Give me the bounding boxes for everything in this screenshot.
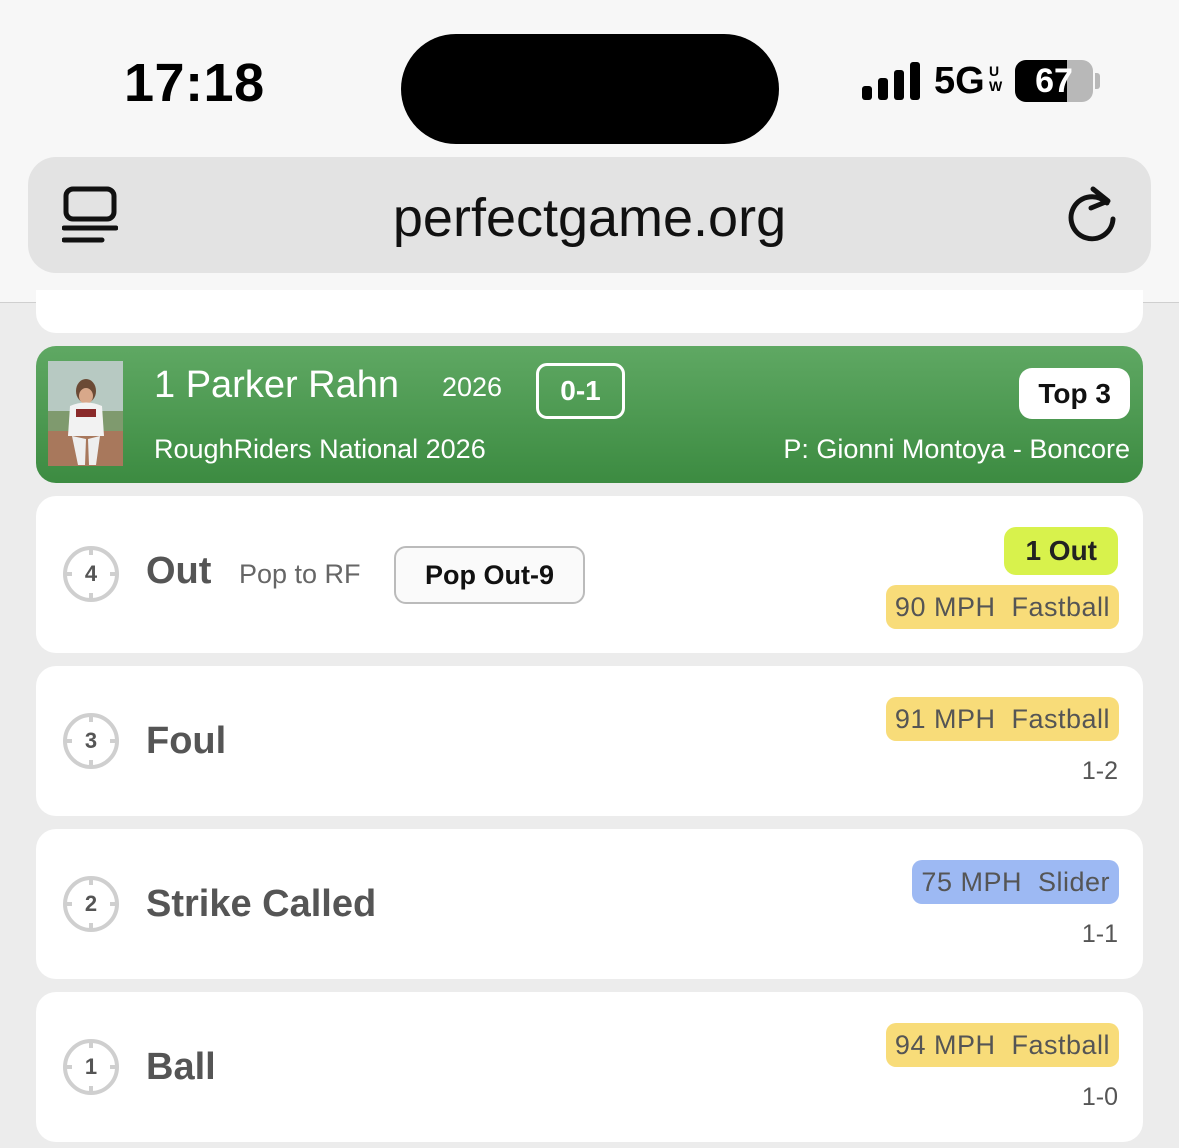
network-subtype-text: UW bbox=[989, 63, 1003, 94]
pitch-row[interactable]: 4 Out Pop to RF Pop Out-9 1 Out 90 MPH F… bbox=[36, 496, 1143, 653]
pitch-result: Ball bbox=[146, 1046, 216, 1088]
pitch-number-icon: 3 bbox=[62, 712, 120, 770]
batter-name[interactable]: 1 Parker Rahn bbox=[154, 364, 399, 407]
network-type: 5G bbox=[934, 60, 985, 102]
pitch-number: 3 bbox=[84, 728, 98, 753]
ball-strike-count: 1-1 bbox=[1081, 920, 1118, 948]
address-bar[interactable]: perfectgame.org bbox=[28, 157, 1151, 273]
batter-class-year: 2026 bbox=[442, 372, 503, 402]
play-description: Pop to RF bbox=[239, 559, 361, 589]
team-name[interactable]: RoughRiders National 2026 bbox=[154, 434, 486, 465]
pitch-row[interactable]: 2 Strike Called 75 MPH Slider 1-1 bbox=[36, 829, 1143, 979]
inning-badge: Top 3 bbox=[1019, 368, 1130, 419]
pitch-number-icon: 2 bbox=[62, 875, 120, 933]
at-bat-header[interactable]: 1 Parker Rahn 2026 0-1 RoughRiders Natio… bbox=[36, 346, 1143, 483]
network-subtype: UW bbox=[986, 64, 1002, 94]
ball-strike-count: 1-2 bbox=[1081, 757, 1118, 785]
pitch-velocity-type: 90 MPH Fastball bbox=[885, 585, 1119, 629]
pitch-result: Foul bbox=[146, 720, 227, 762]
url-text[interactable]: perfectgame.org bbox=[28, 187, 1151, 249]
pitch-number-icon: 1 bbox=[62, 1038, 120, 1096]
pitch-velocity-type: 91 MPH Fastball bbox=[885, 697, 1119, 741]
ball-strike-count: 1-0 bbox=[1081, 1083, 1118, 1111]
pitch-number: 2 bbox=[84, 891, 98, 916]
status-time: 17:18 bbox=[124, 53, 265, 113]
cellular-signal-icon bbox=[862, 62, 922, 100]
pitch-velocity-type: 94 MPH Fastball bbox=[885, 1023, 1119, 1067]
battery-tip bbox=[1095, 73, 1100, 89]
previous-card bbox=[36, 290, 1143, 333]
pitch-row[interactable]: 3 Foul 91 MPH Fastball 1-2 bbox=[36, 666, 1143, 816]
player-photo bbox=[48, 361, 123, 466]
reload-icon[interactable] bbox=[1063, 181, 1123, 245]
pitch-number: 4 bbox=[84, 561, 98, 586]
pitch-result: Out bbox=[146, 550, 212, 592]
pitch-velocity-type: 75 MPH Slider bbox=[912, 860, 1119, 904]
pitcher-name[interactable]: P: Gionni Montoya - Boncore bbox=[783, 434, 1130, 465]
battery-percent: 67 bbox=[1035, 62, 1073, 100]
pitch-number: 1 bbox=[84, 1054, 98, 1079]
battery-icon: 67 bbox=[1015, 60, 1093, 102]
play-code-badge: Pop Out-9 bbox=[394, 546, 585, 604]
outs-badge: 1 Out bbox=[1004, 527, 1118, 575]
pitch-result: Strike Called bbox=[146, 883, 377, 925]
at-bat-count-badge: 0-1 bbox=[536, 363, 625, 419]
pitch-number-icon: 4 bbox=[62, 545, 120, 603]
dynamic-island bbox=[401, 34, 779, 144]
browser-chrome: 17:18 5G UW 67 perfectgame.org bbox=[0, 0, 1179, 303]
pitch-row[interactable]: 1 Ball 94 MPH Fastball 1-0 bbox=[36, 992, 1143, 1142]
